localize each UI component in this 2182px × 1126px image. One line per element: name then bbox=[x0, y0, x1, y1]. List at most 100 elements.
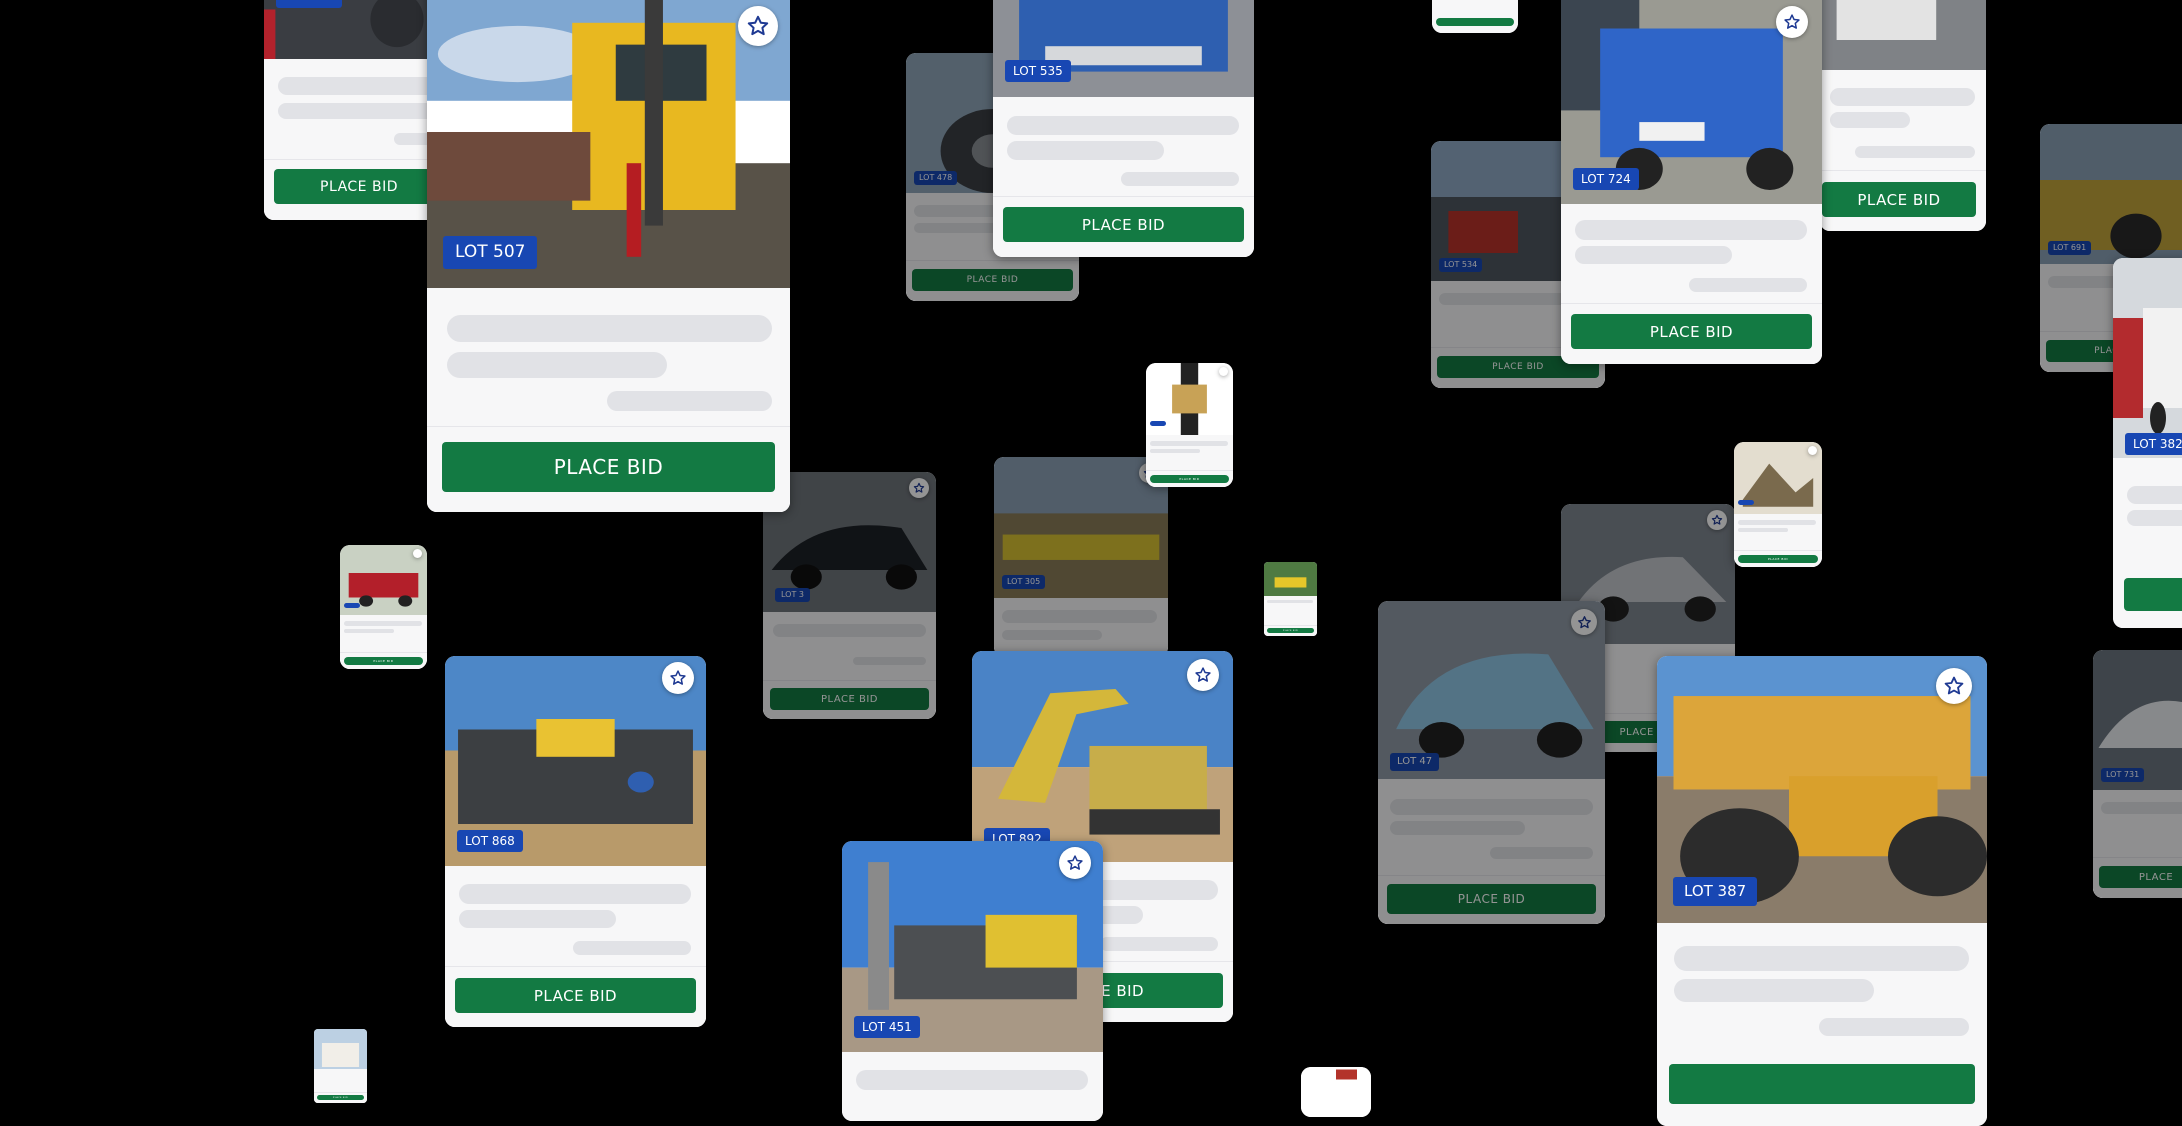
bid-area: PLACE BID bbox=[264, 159, 454, 220]
title-placeholder bbox=[447, 315, 772, 342]
card-details: PLACE BID bbox=[763, 612, 936, 719]
place-bid-button[interactable]: PLACE BID bbox=[1150, 475, 1229, 483]
card-details bbox=[842, 1052, 1103, 1121]
title-placeholder bbox=[1738, 520, 1816, 525]
place-bid-button[interactable]: PLACE BID bbox=[344, 657, 423, 665]
lot-badge: LOT 507 bbox=[443, 236, 538, 269]
place-bid-button[interactable]: PLACE BID bbox=[1738, 555, 1818, 563]
bid-area: PLACE BID bbox=[1146, 470, 1233, 487]
favorite-button[interactable] bbox=[1571, 609, 1597, 635]
card-details: PLACE BID bbox=[264, 59, 454, 220]
card-details: PLACE bbox=[2093, 790, 2182, 898]
place-bid-button[interactable]: PLACE BID bbox=[274, 169, 444, 204]
subtitle-placeholder bbox=[447, 352, 667, 378]
card-details: PLACE BID bbox=[1561, 204, 1822, 364]
price-placeholder bbox=[1819, 1018, 1969, 1036]
lot-card[interactable]: PLACE BID bbox=[314, 1029, 367, 1103]
star-outline-icon bbox=[1067, 855, 1083, 870]
lot-card[interactable] bbox=[1432, 0, 1518, 33]
lot-badge: LOT 534 bbox=[1439, 258, 1483, 272]
lot-card[interactable]: PLACE BID bbox=[1820, 0, 1986, 231]
lot-card[interactable]: LOT 507 PLACE BID bbox=[427, 0, 790, 512]
price-placeholder bbox=[1121, 172, 1239, 186]
price-placeholder bbox=[573, 941, 691, 955]
lot-card[interactable]: LOT 731 PLACE bbox=[2093, 650, 2182, 898]
place-bid-button[interactable]: PLACE BID bbox=[1822, 182, 1976, 217]
subtitle-placeholder bbox=[1674, 979, 1874, 1002]
place-bid-button[interactable]: PLACE bbox=[2099, 866, 2182, 888]
place-bid-button[interactable]: PLACE BID bbox=[770, 688, 929, 710]
title-placeholder bbox=[1674, 946, 1969, 971]
favorite-button[interactable] bbox=[1059, 847, 1091, 879]
place-bid-button[interactable]: PLACE BID bbox=[1387, 884, 1596, 914]
lot-card[interactable]: LOT 387 bbox=[1657, 656, 1987, 1126]
lot-card[interactable]: PLACE BID bbox=[1146, 363, 1233, 487]
lot-card[interactable]: PLACE BID bbox=[1734, 442, 1822, 567]
favorite-button[interactable] bbox=[738, 6, 778, 46]
price-placeholder bbox=[1490, 847, 1593, 859]
place-bid-button[interactable]: PLACE BID bbox=[1571, 314, 1812, 349]
card-details: PLACE BID bbox=[1820, 70, 1986, 231]
lot-badge: LOT 451 bbox=[854, 1016, 920, 1038]
card-details: PLACE BID bbox=[1146, 435, 1233, 487]
place-bid-button[interactable]: PLACE BID bbox=[1003, 207, 1244, 242]
place-bid-button[interactable]: PLACE BID bbox=[1267, 628, 1314, 633]
card-details: PLACE BID bbox=[314, 1069, 367, 1103]
place-bid-button[interactable]: PLACE BID bbox=[442, 442, 775, 492]
card-details: PLACE BID bbox=[1378, 779, 1605, 924]
title-placeholder bbox=[1575, 220, 1807, 240]
lot-card[interactable]: LOT 305 bbox=[994, 457, 1168, 657]
subtitle-placeholder bbox=[1007, 141, 1164, 160]
bid-area: PLACE BID bbox=[906, 260, 1079, 301]
lot-badge: LOT 478 bbox=[914, 171, 958, 185]
lot-card[interactable]: LOT 868 PLACE BID bbox=[445, 656, 706, 1027]
lot-badge: LOT 404 bbox=[276, 0, 342, 8]
lot-card[interactable]: LOT 382 bbox=[2113, 258, 2182, 628]
favorite-button[interactable] bbox=[662, 662, 694, 694]
lot-badge: LOT 305 bbox=[1002, 575, 1046, 589]
star-outline-icon bbox=[1577, 615, 1591, 628]
place-bid-button[interactable] bbox=[1669, 1064, 1975, 1104]
title-placeholder bbox=[1150, 441, 1228, 446]
place-bid-button[interactable]: PLACE BID bbox=[912, 269, 1073, 291]
place-bid-button[interactable] bbox=[1436, 18, 1514, 26]
title-placeholder bbox=[773, 624, 926, 637]
title-placeholder bbox=[1390, 799, 1593, 815]
subtitle-placeholder bbox=[1002, 630, 1102, 640]
place-bid-button[interactable]: PLACE BID bbox=[455, 978, 696, 1013]
bid-area: PLACE BID bbox=[1734, 550, 1822, 567]
lot-badge: LOT 868 bbox=[457, 830, 523, 852]
place-bid-button[interactable]: PLACE BID bbox=[317, 1095, 364, 1100]
lot-badge bbox=[1738, 500, 1754, 505]
lot-card[interactable]: PLACE BID bbox=[1264, 562, 1317, 636]
lot-card[interactable]: LOT 724 PLACE BID bbox=[1561, 0, 1822, 364]
favorite-button[interactable] bbox=[1187, 659, 1219, 691]
lot-badge: LOT 691 bbox=[2048, 241, 2092, 255]
favorite-button[interactable] bbox=[413, 549, 422, 558]
favorite-button[interactable] bbox=[1808, 446, 1817, 455]
lot-card[interactable]: LOT 451 bbox=[842, 841, 1103, 1121]
price-placeholder bbox=[1855, 146, 1975, 158]
favorite-button[interactable] bbox=[1936, 668, 1972, 704]
title-placeholder bbox=[278, 77, 443, 95]
subtitle-placeholder bbox=[1830, 112, 1910, 128]
bid-area: PLACE BID bbox=[1264, 625, 1317, 636]
subtitle-placeholder bbox=[1738, 528, 1788, 532]
card-details: PLACE BID bbox=[445, 866, 706, 1027]
lot-photo bbox=[1301, 1067, 1371, 1117]
star-outline-icon bbox=[747, 15, 769, 36]
favorite-button[interactable] bbox=[909, 478, 929, 498]
favorite-button[interactable] bbox=[1219, 367, 1228, 376]
lot-card[interactable]: LOT 404 PLACE BID bbox=[264, 0, 454, 220]
place-bid-button[interactable] bbox=[2124, 578, 2182, 611]
title-placeholder bbox=[459, 884, 691, 904]
favorite-button[interactable] bbox=[1776, 6, 1808, 38]
favorite-button[interactable] bbox=[1707, 510, 1727, 530]
subtitle-placeholder bbox=[344, 629, 394, 633]
star-outline-icon bbox=[1195, 667, 1211, 682]
lot-card[interactable]: PLACE BID bbox=[340, 545, 427, 669]
bid-area: PLACE BID bbox=[1820, 170, 1986, 231]
lot-card[interactable]: LOT 535 PLACE BID bbox=[993, 0, 1254, 257]
lot-card[interactable]: LOT 47 PLACE BID bbox=[1378, 601, 1605, 924]
lot-card[interactable] bbox=[1301, 1067, 1371, 1117]
